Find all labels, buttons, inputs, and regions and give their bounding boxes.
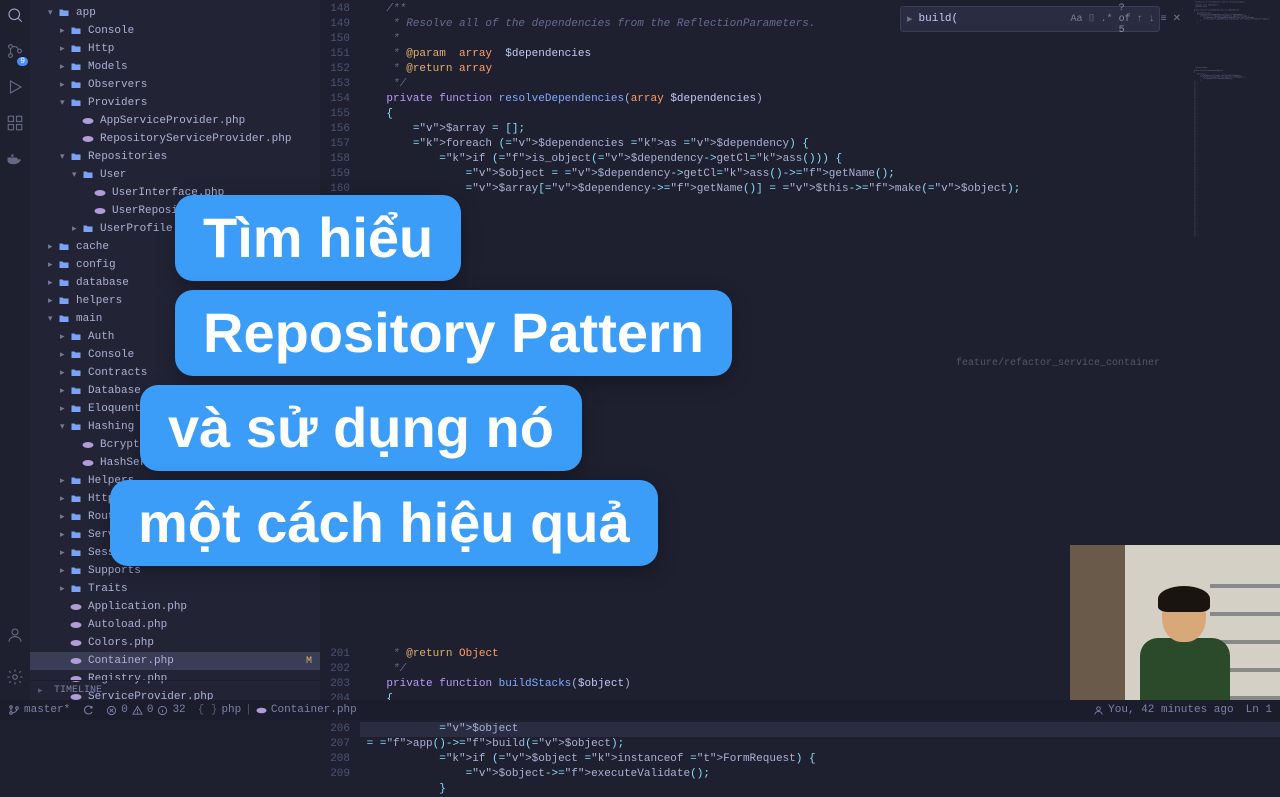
folder-icon xyxy=(70,349,84,361)
timeline-section[interactable]: ▸ TIMELINE xyxy=(30,680,320,700)
folder-icon xyxy=(70,43,84,55)
activity-bar: 9 xyxy=(0,0,30,700)
problems-status[interactable]: 0 0 32 xyxy=(106,704,185,716)
folder-icon xyxy=(82,223,96,235)
overlay-text-3: và sử dụng nó xyxy=(140,385,582,471)
php-icon xyxy=(70,619,84,631)
file-colors-php[interactable]: Colors.php xyxy=(30,634,320,652)
next-match-icon[interactable]: ↓ xyxy=(1149,14,1155,25)
source-control-icon[interactable]: 9 xyxy=(6,42,24,64)
folder-user[interactable]: ▾User xyxy=(30,166,320,184)
file-application-php[interactable]: Application.php xyxy=(30,598,320,616)
folder-icon xyxy=(70,403,84,415)
folder-icon xyxy=(70,25,84,37)
regex2-toggle[interactable]: .* xyxy=(1101,14,1113,25)
branch-status[interactable]: master* xyxy=(8,704,70,716)
folder-models[interactable]: ▸Models xyxy=(30,58,320,76)
folder-icon xyxy=(70,79,84,91)
folder-icon xyxy=(70,151,84,163)
folder-icon xyxy=(70,529,84,541)
folder-icon xyxy=(70,475,84,487)
git-branch-hint: feature/refactor_service_container xyxy=(956,358,1160,369)
find-widget: ▸ Aa ⌷ .* ? of 5 ↑ ↓ ≡ ✕ xyxy=(900,6,1160,32)
account-icon[interactable] xyxy=(6,626,24,648)
folder-icon xyxy=(70,583,84,595)
folder-providers[interactable]: ▾Providers xyxy=(30,94,320,112)
status-bar: master* 0 0 32 { }php | Container.php Yo… xyxy=(0,700,1280,720)
match-case-toggle[interactable]: Aa xyxy=(1071,14,1083,25)
folder-icon xyxy=(70,547,84,559)
folder-icon xyxy=(70,367,84,379)
folder-icon xyxy=(58,241,72,253)
folder-repositories[interactable]: ▾Repositories xyxy=(30,148,320,166)
folder-observers[interactable]: ▸Observers xyxy=(30,76,320,94)
prev-match-icon[interactable]: ↑ xyxy=(1137,14,1143,25)
folder-app[interactable]: ▾app xyxy=(30,4,320,22)
folder-icon xyxy=(58,295,72,307)
folder-traits[interactable]: ▸Traits xyxy=(30,580,320,598)
extensions-icon[interactable] xyxy=(6,114,24,136)
php-icon xyxy=(70,655,84,667)
folder-icon xyxy=(70,331,84,343)
folder-icon xyxy=(58,7,72,19)
php-icon xyxy=(82,133,96,145)
webcam-overlay xyxy=(1070,545,1280,700)
folder-icon xyxy=(82,169,96,181)
folder-console[interactable]: ▸Console xyxy=(30,22,320,40)
overlay-text-2: Repository Pattern xyxy=(175,290,732,376)
docker-icon[interactable] xyxy=(6,150,24,172)
explorer-icon[interactable] xyxy=(6,6,24,28)
regex-toggle[interactable]: ⌷ xyxy=(1089,13,1095,25)
php-icon xyxy=(82,457,96,469)
cursor-pos[interactable]: Ln 1 xyxy=(1246,704,1272,716)
sync-status[interactable] xyxy=(82,704,94,716)
find-input[interactable] xyxy=(919,13,1065,25)
file-autoload-php[interactable]: Autoload.php xyxy=(30,616,320,634)
file-appserviceprovider-php[interactable]: AppServiceProvider.php xyxy=(30,112,320,130)
settings-icon[interactable] xyxy=(6,668,24,690)
selection-icon[interactable]: ≡ xyxy=(1161,14,1167,25)
folder-icon xyxy=(70,493,84,505)
php-icon xyxy=(82,115,96,127)
close-icon[interactable]: ✕ xyxy=(1173,13,1181,25)
scm-badge: 9 xyxy=(17,57,28,66)
folder-icon xyxy=(58,313,72,325)
folder-icon xyxy=(70,61,84,73)
folder-icon xyxy=(70,97,84,109)
php-icon xyxy=(94,187,108,199)
folder-http[interactable]: ▸Http xyxy=(30,40,320,58)
php-icon xyxy=(70,601,84,613)
folder-icon xyxy=(70,511,84,523)
overlay-text-4: một cách hiệu quả xyxy=(110,480,658,566)
blame-status[interactable]: You, 42 minutes ago xyxy=(1093,704,1233,716)
debug-icon[interactable] xyxy=(6,78,24,100)
file-repositoryserviceprovider-php[interactable]: RepositoryServiceProvider.php xyxy=(30,130,320,148)
folder-icon xyxy=(70,565,84,577)
match-count: ? of 5 xyxy=(1119,3,1131,36)
php-icon xyxy=(94,205,108,217)
folder-icon xyxy=(70,385,84,397)
overlay-text-1: Tìm hiểu xyxy=(175,195,461,281)
php-icon xyxy=(82,439,96,451)
php-icon xyxy=(70,637,84,649)
folder-icon xyxy=(58,277,72,289)
lang-status[interactable]: { }php | Container.php xyxy=(198,704,357,716)
file-container-php[interactable]: Container.phpM xyxy=(30,652,320,670)
folder-icon xyxy=(58,259,72,271)
folder-icon xyxy=(70,421,84,433)
